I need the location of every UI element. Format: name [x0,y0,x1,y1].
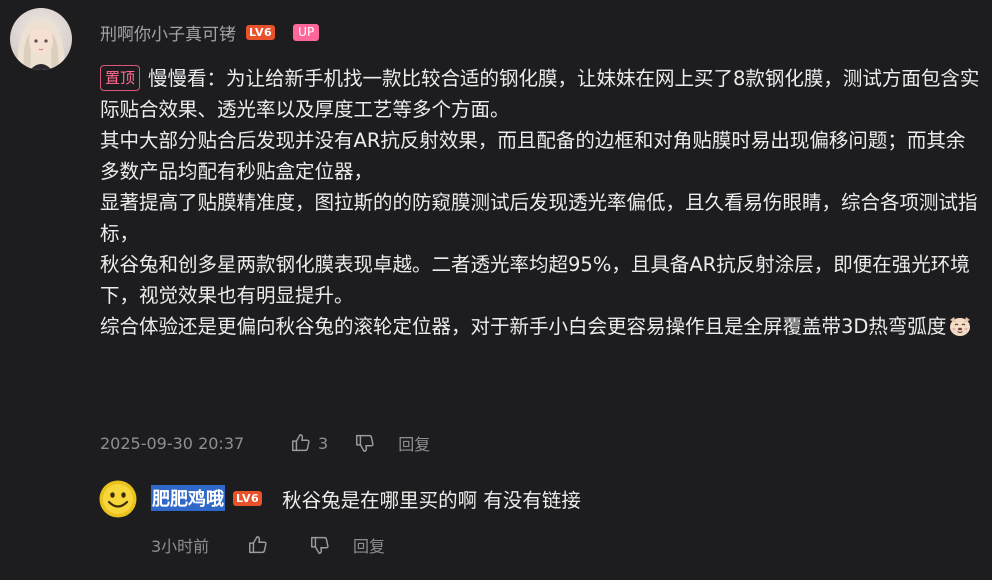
reply-user-avatar[interactable] [99,480,137,518]
reply-like-button[interactable] [247,534,269,556]
reply-dislike-button[interactable] [309,534,331,556]
thumbs-up-icon [249,536,267,554]
comment-paragraph: 显著提高了贴膜精准度，图拉斯的的防窥膜测试后发现透光率偏低，且久看易伤眼睛，综合… [100,191,978,245]
reply-username[interactable]: 肥肥鸡哦 [151,485,225,511]
comment-body: 置顶 慢慢看：为让给新手机找一款比较合适的钢化膜，让妹妹在网上买了8款钢化膜，测试… [100,63,982,342]
level-badge: LV6 [246,24,276,40]
comment-paragraph: 秋谷兔和创多星两款钢化膜表现卓越。二者透光率均超95%，且具备AR抗反射涂层，即… [100,253,970,307]
pinned-tag: 置顶 [100,65,141,91]
avatar-portrait-image [10,8,72,70]
reply-level-badge: LV6 [233,490,263,506]
comment-thread: 刑啊你小子真可铐 LV6 UP 置顶 慢慢看：为让给新手机找一款比较合适的钢化膜，… [0,0,992,580]
comment-paragraph: 综合体验还是更偏向秋谷兔的滚轮定位器，对于新手小白会更容易操作且是全屏覆盖带3D… [100,311,982,342]
reply-button[interactable]: 回复 [398,431,430,455]
comment-meta: 2025-09-30 20:37 3 回复 [100,430,430,456]
thumbs-down-icon [356,434,374,452]
reply-text: 秋谷兔是在哪里买的啊 有没有链接 [282,488,581,512]
comment-timestamp: 2025-09-30 20:37 [100,433,245,453]
comment-paragraph: 其中大部分贴合后发现并没有AR抗反射效果，而且配备的边框和对角贴膜时易出现偏移问… [100,129,966,183]
username[interactable]: 刑啊你小子真可铐 [100,20,236,45]
like-button[interactable]: 3 [290,432,328,454]
comment-paragraph: 置顶 慢慢看：为让给新手机找一款比较合适的钢化膜，让妹妹在网上买了8款钢化膜，测试… [100,65,980,121]
dislike-button[interactable] [354,432,376,454]
user-avatar[interactable] [10,8,72,70]
reply-item: 肥肥鸡哦 LV6 秋谷兔是在哪里买的啊 有没有链接 [151,484,581,512]
comment-header: 刑啊你小子真可铐 LV6 UP [100,19,320,45]
smiley-face-avatar-icon [99,480,137,518]
like-count: 3 [318,433,329,453]
dog-face-emoji-icon [948,315,972,337]
thumbs-up-icon [292,434,310,452]
reply-timestamp: 3小时前 [151,537,210,556]
up-badge: UP [293,23,320,41]
reply-reply-button[interactable]: 回复 [353,533,385,557]
reply-meta: 3小时前 回复 [151,532,385,558]
thumbs-down-icon [311,536,329,554]
